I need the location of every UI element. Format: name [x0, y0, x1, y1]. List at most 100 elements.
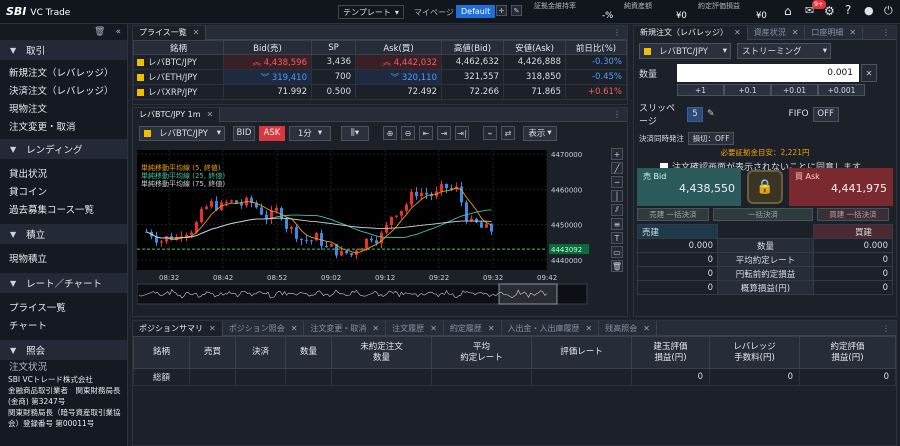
fifo-toggle[interactable]: OFF — [812, 106, 839, 122]
sidebar-section-accumulate[interactable]: ▼ 積立 — [0, 224, 127, 244]
mypage-select[interactable]: Default — [456, 5, 496, 18]
step-button[interactable]: +0.001 — [818, 84, 865, 96]
ask[interactable]: 4,442,032 — [394, 58, 437, 68]
compare-icon[interactable]: ⇄ — [501, 126, 515, 140]
ask[interactable]: 72.492 — [355, 84, 442, 100]
display-menu[interactable]: 表示 ▾ — [523, 125, 557, 141]
close-icon[interactable]: ✕ — [643, 324, 650, 333]
menu-icon[interactable]: ⋮ — [882, 28, 896, 37]
help-icon[interactable]: ? — [845, 3, 851, 17]
table-row[interactable]: レバBTC/JPY ︽ 4,438,596 3,436 ︽ 4,442,032 … — [133, 54, 627, 70]
zoom-out-icon[interactable]: ⊖ — [401, 126, 415, 140]
lock-button[interactable]: 🔒 — [741, 168, 789, 206]
sidebar-section-lending[interactable]: ▼ レンディング — [0, 139, 127, 159]
interval-select[interactable]: 1分 ▾ — [289, 125, 331, 141]
tab-chart[interactable]: レバBTC/JPY 1m ✕ — [133, 107, 221, 122]
bulk-sell-button[interactable]: 売建 一括決済 — [637, 208, 709, 221]
stoploss-toggle[interactable]: 損切：OFF — [688, 132, 734, 145]
sidebar-item-order-status[interactable]: 注文状況 — [0, 360, 127, 372]
sidebar-item-chart[interactable]: チャート — [0, 316, 127, 334]
text-tool-icon[interactable]: T — [611, 232, 623, 244]
sidebar-item-new-order[interactable]: 新規注文（レバレッジ） — [0, 63, 127, 81]
user-icon[interactable]: ● — [864, 4, 874, 17]
close-icon[interactable]: ✕ — [193, 28, 200, 37]
sidebar-section-inquiry[interactable]: ▼ 照会 — [0, 340, 127, 360]
tab-price-list[interactable]: プライス一覧 ✕ — [133, 25, 207, 40]
step-button[interactable]: +0.1 — [724, 84, 771, 96]
favorite-icon[interactable] — [137, 59, 144, 66]
sidebar-section-rate-chart[interactable]: ▼ レート／チャート — [0, 273, 127, 293]
zoom-in-icon[interactable]: ⊕ — [383, 126, 397, 140]
sidebar-item-spot-accumulate[interactable]: 現物積立 — [0, 249, 127, 267]
hline-tool-icon[interactable]: ─ — [611, 176, 623, 188]
bulk-all-button[interactable]: 一括決済 — [713, 208, 813, 221]
close-icon[interactable]: ✕ — [209, 324, 216, 333]
step-button[interactable]: +1 — [677, 84, 724, 96]
indicator-icon[interactable]: ⌁ — [483, 126, 497, 140]
scroll-left-icon[interactable]: ⇤ — [419, 126, 433, 140]
close-icon[interactable]: ✕ — [586, 324, 593, 333]
order-mode-select[interactable]: ストリーミング ▾ — [737, 43, 831, 59]
order-symbol-select[interactable]: レバBTC/JPY ▾ — [639, 43, 731, 59]
close-icon[interactable]: ✕ — [488, 324, 495, 333]
table-row[interactable]: レバETH/JPY ︾ 319,410 700 ︾ 320,110 321,55… — [133, 69, 627, 85]
close-icon[interactable]: ✕ — [291, 324, 298, 333]
step-button[interactable]: +0.01 — [771, 84, 818, 96]
logout-icon[interactable]: ⏻ — [884, 4, 893, 18]
template-dropdown[interactable]: テンプレート ▾ — [338, 5, 404, 19]
tab-order-history[interactable]: 注文履歴 ✕ — [386, 320, 444, 336]
collapse-icon[interactable]: « — [115, 27, 121, 37]
sell-button[interactable]: 売 Bid 4,438,550 — [637, 168, 741, 206]
sidebar-section-trade[interactable]: ▼ 取引 — [0, 40, 127, 60]
edit-icon[interactable]: ✎ — [511, 5, 522, 16]
add-icon[interactable]: + — [496, 5, 507, 16]
close-icon[interactable]: ✕ — [849, 28, 856, 37]
sidebar-item-past-courses[interactable]: 過去募集コース一覧 — [0, 200, 127, 218]
close-icon[interactable]: ✕ — [430, 324, 437, 333]
favorite-icon[interactable] — [137, 74, 144, 81]
menu-icon[interactable]: ⋮ — [613, 28, 627, 37]
close-icon[interactable]: ✕ — [372, 324, 379, 333]
favorite-icon[interactable] — [137, 89, 144, 96]
fib-tool-icon[interactable]: ≡ — [611, 218, 623, 230]
tab-account[interactable]: 口座明細 ✕ — [805, 25, 864, 40]
brand-logo[interactable]: SBI VC Trade — [6, 5, 70, 18]
rect-tool-icon[interactable]: ▭ — [611, 246, 623, 258]
close-icon[interactable]: ✕ — [207, 110, 214, 119]
tab-new-order[interactable]: 新規注文（レバレッジ） ✕ — [634, 25, 748, 40]
delete-tool-icon[interactable]: 🗑 — [611, 260, 623, 272]
gear-icon[interactable]: ⚙ — [824, 4, 835, 18]
tab-order-change[interactable]: 注文変更・取消 ✕ — [304, 320, 387, 336]
bid[interactable]: 319,410 — [272, 73, 307, 83]
slippage-input[interactable]: 5 — [687, 106, 703, 122]
trash-icon[interactable]: 🗑 — [94, 27, 105, 37]
sidebar-item-order-change[interactable]: 注文変更・取消 — [0, 117, 127, 135]
vline-tool-icon[interactable]: │ — [611, 190, 623, 202]
bid-toggle[interactable]: BID — [233, 125, 255, 141]
scroll-right-icon[interactable]: ⇥ — [437, 126, 451, 140]
sidebar-item-settle-order[interactable]: 決済注文（レバレッジ） — [0, 81, 127, 99]
close-icon[interactable]: ✕ — [792, 28, 799, 37]
home-icon[interactable]: ⌂ — [784, 4, 792, 18]
edit-icon[interactable]: ✎ — [707, 109, 715, 119]
ask[interactable]: 320,110 — [402, 73, 437, 83]
menu-icon[interactable]: ⋮ — [882, 324, 896, 333]
tab-balance[interactable]: 残高照会 ✕ — [599, 320, 657, 336]
sidebar-item-lend-coin[interactable]: 貸コイン — [0, 182, 127, 200]
channel-tool-icon[interactable]: ⫽ — [611, 204, 623, 216]
table-row[interactable]: レバXRP/JPY 71.992 0.500 72.492 72.266 71.… — [133, 84, 627, 100]
chart-symbol-select[interactable]: レバBTC/JPY ▾ — [139, 125, 225, 141]
close-icon[interactable]: ✕ — [734, 28, 741, 37]
candle-type-icon[interactable]: ⫼▾ — [341, 125, 369, 141]
qty-input[interactable]: 0.001 — [677, 64, 859, 82]
tab-assets[interactable]: 資産状況 ✕ — [748, 25, 806, 40]
buy-button[interactable]: 買 Ask 4,441,975 — [789, 168, 893, 206]
bulk-buy-button[interactable]: 買建 一括決済 — [817, 208, 889, 221]
tab-deposit-history[interactable]: 入出金・入出庫履歴 ✕ — [502, 320, 600, 336]
tab-execution-history[interactable]: 約定履歴 ✕ — [444, 320, 502, 336]
fit-right-icon[interactable]: ⇥| — [455, 126, 469, 140]
tab-position-summary[interactable]: ポジションサマリ ✕ — [133, 320, 223, 336]
menu-icon[interactable]: ⋮ — [613, 110, 627, 119]
sidebar-item-spot-order[interactable]: 現物注文 — [0, 99, 127, 117]
sidebar-item-price-list[interactable]: プライス一覧 — [0, 298, 127, 316]
